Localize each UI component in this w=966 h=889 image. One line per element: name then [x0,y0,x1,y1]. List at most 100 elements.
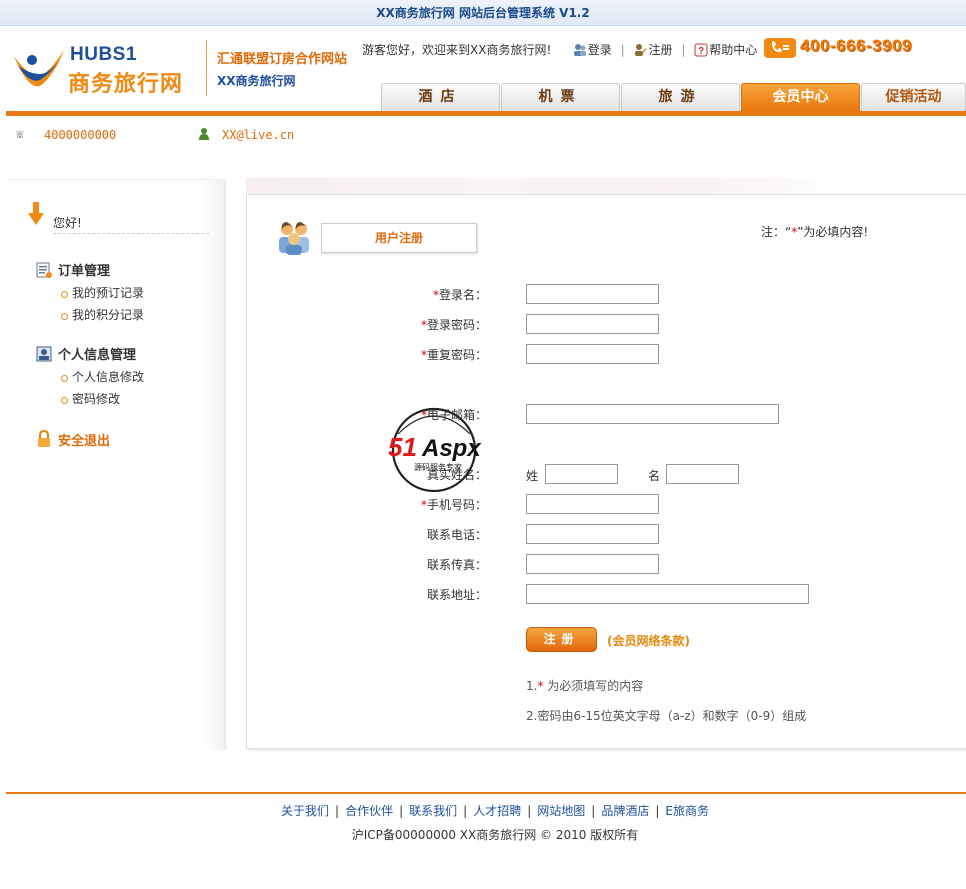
form-row-password: *登录密码： [247,314,966,336]
divider: | [527,804,532,818]
footer-link-brand-hotels[interactable]: 品牌酒店 [601,804,649,818]
given-name-label: 名 [648,469,661,483]
nav-tab-hotel[interactable]: 酒店 [381,83,500,111]
footer-link-etravel[interactable]: E旅商务 [665,804,709,818]
required-note: 注：“*”为必填内容! [761,223,868,240]
sidebar-item-label: 个人信息修改 [72,370,145,384]
form-row-email: *电子邮箱： [247,404,966,426]
sidebar-item-points[interactable]: 我的积分记录 [36,304,226,326]
registration-title: 用户注册 [321,223,477,253]
nav-tab-member-center[interactable]: 会员中心 [741,83,860,111]
divider [560,41,564,59]
phone-input[interactable] [526,524,659,544]
member-sidebar: 您好! 订单管理 我的预订记录 我的积分记录 个人信息管理 个人信息修改 密码修… [6,179,226,750]
footer-link-about[interactable]: 关于我们 [281,804,329,818]
watermark-brand-aspx: Aspx [421,435,482,462]
mobile-input[interactable] [526,494,659,514]
given-name-input[interactable] [666,464,739,484]
divider: | [655,804,660,818]
divider [53,233,209,234]
sidebar-greeting: 您好! [53,216,82,230]
label-text: 登录名： [438,288,487,302]
nav-tab-promotions[interactable]: 促销活动 [861,83,966,111]
register-user-icon [635,43,648,56]
divider: | [463,804,468,818]
register-link[interactable]: 注册 [633,40,672,59]
sidebar-group-orders: 订单管理 我的预订记录 我的积分记录 [36,262,226,326]
watermark-tagline: 源码服务专家 [414,462,462,472]
svg-text:?: ? [698,46,704,57]
username-input[interactable] [526,284,659,304]
field-label: 联系电话： [427,526,487,543]
form-row-phone: 联系电话： [247,524,966,546]
watermark-brand-51: 51 [388,432,417,462]
decorative-banner [246,178,862,194]
sidebar-item-label: 我的预订记录 [72,286,145,300]
sidebar-group-label: 个人信息管理 [58,348,137,363]
contact-bar: ☏ 4000000000 XX@live.cn [16,127,516,145]
logout-label: 安全退出 [58,434,111,449]
main-content: 用户注册 注：“*”为必填内容! *登录名： *登录密码： *重复密码： *电子… [246,178,966,751]
sidebar-group-profile: 个人信息管理 个人信息修改 密码修改 [36,346,226,410]
footer-link-sitemap[interactable]: 网站地图 [537,804,585,818]
hint-text: 为必须填写的内容 [543,679,644,693]
footer-link-contact[interactable]: 联系我们 [409,804,457,818]
sidebar-group-label: 订单管理 [58,264,111,279]
surname-input[interactable] [545,464,618,484]
form-row-password-confirm: *重复密码： [247,344,966,366]
field-label: *手机号码： [421,496,487,513]
login-label: 登录 [587,42,612,57]
form-row-username: *登录名： [247,284,966,306]
logo-mark-icon [14,50,64,87]
user-icon [199,128,209,140]
help-label: 帮助中心 [709,42,758,57]
terms-link[interactable]: (会员网络条款) [607,632,690,649]
form-row-realname: 真实姓名： 姓 名 [247,464,966,486]
contact-phone: 4000000000 [44,128,117,142]
hotline-number: 400-666-3909 [800,36,912,55]
help-icon: ? [694,43,708,57]
form-row-fax: 联系传真： [247,554,966,576]
label-text: 联系地址： [426,588,487,602]
register-button[interactable]: 注册 [526,627,597,652]
sidebar-item-edit-profile[interactable]: 个人信息修改 [36,366,226,388]
field-label: 联系传真： [427,556,487,573]
password-input[interactable] [526,314,659,334]
field-label: *登录名： [433,286,487,303]
users-group-icon [279,222,309,255]
help-link[interactable]: ? 帮助中心 [694,40,757,59]
form-row-address: 联系地址： [247,584,966,606]
divider: | [681,42,686,57]
footer-link-partners[interactable]: 合作伙伴 [345,804,393,818]
registration-panel: 用户注册 注：“*”为必填内容! *登录名： *登录密码： *重复密码： *电子… [246,194,966,749]
surname-label: 姓 [526,469,539,483]
divider: | [335,804,340,818]
field-label: *登录密码： [421,316,487,333]
sidebar-item-bookings[interactable]: 我的预订记录 [36,282,226,304]
footer-link-careers[interactable]: 人才招聘 [473,804,521,818]
site-logo[interactable]: HUBS1 商务旅行网 [10,44,195,100]
contact-email[interactable]: XX@live.cn [222,128,294,142]
footer-links: 关于我们 | 合作伙伴 | 联系我们 | 人才招聘 | 网站地图 | 品牌酒店 | E旅商务 [0,802,966,819]
header-slogan: 汇通联盟订房合作网站 [217,52,348,67]
watermark-logo: 51 Aspx 源码服务专家 [388,407,482,493]
divider: | [591,804,596,818]
sidebar-item-label: 我的积分记录 [72,308,145,322]
footer-rule [6,792,966,794]
nav-tab-flight[interactable]: 机票 [501,83,620,111]
note-text: 注：“ [761,225,792,239]
field-label: 联系地址： [427,586,487,603]
copyright-text: 沪ICP备00000000 XX商务旅行网 © 2010 版权所有 [351,828,639,842]
logout-link[interactable]: 安全退出 [36,430,110,450]
label-text: 登录密码： [426,318,487,332]
login-link[interactable]: 登录 [573,40,612,59]
telephone-icon: ☏ [16,127,24,142]
nav-tab-travel[interactable]: 旅游 [621,83,740,111]
label-text: 联系传真： [426,558,487,572]
password-confirm-input[interactable] [526,344,659,364]
label-text: 手机号码： [426,498,487,512]
fax-input[interactable] [526,554,659,574]
email-input[interactable] [526,404,779,424]
address-input[interactable] [526,584,809,604]
sidebar-item-change-password[interactable]: 密码修改 [36,388,226,410]
